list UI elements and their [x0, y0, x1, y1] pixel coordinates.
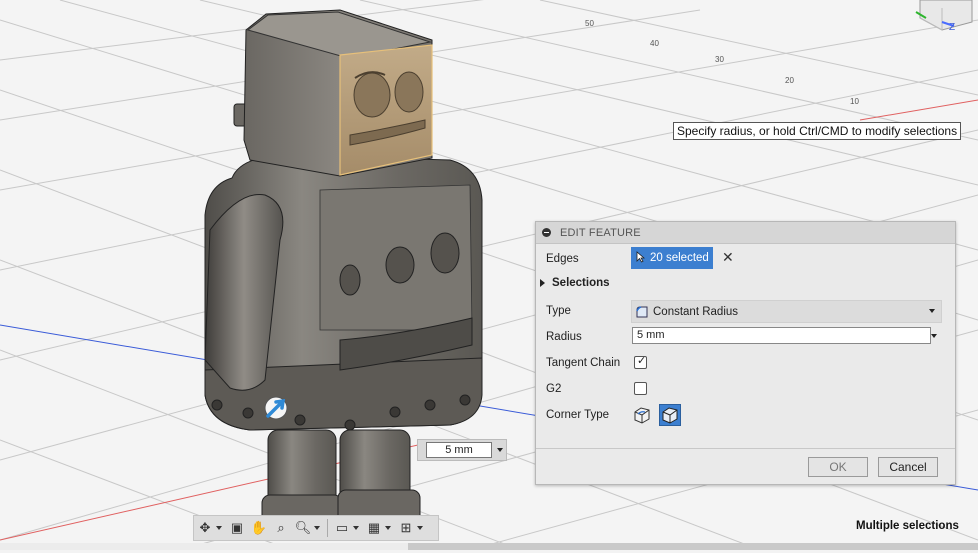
svg-text:40: 40	[650, 39, 659, 48]
radius-label: Radius	[546, 331, 582, 343]
select-cursor-icon	[636, 250, 646, 266]
cursor-arrow-icon	[264, 396, 288, 420]
corner-rolling-ball-button[interactable]	[632, 405, 652, 425]
navigation-toolbar: ✥ ▣ ✋ ⌕ 🔍︎ ▭ ▦ ⊞	[193, 515, 439, 541]
grid-dropdown-icon[interactable]	[385, 526, 391, 530]
viewcube-axis-label: Z	[949, 22, 956, 33]
chevron-down-icon	[929, 309, 935, 313]
zoom-dropdown-icon[interactable]	[314, 526, 320, 530]
horizontal-scrollbar[interactable]	[408, 543, 978, 550]
orbit-dropdown-icon[interactable]	[216, 526, 222, 530]
svg-text:20: 20	[785, 76, 794, 85]
collapse-icon[interactable]	[542, 228, 551, 237]
zoom-window-icon[interactable]: ⌕	[270, 518, 292, 538]
pan-icon[interactable]: ✋	[248, 518, 270, 538]
orbit-icon[interactable]: ✥	[194, 518, 216, 538]
radius-dropdown-icon[interactable]	[931, 334, 937, 338]
radius-input[interactable]: 5 mm	[632, 327, 931, 344]
grid-icon[interactable]: ▦	[363, 518, 385, 538]
setback-corner-icon	[662, 407, 678, 424]
radius-tooltip: Specify radius, or hold Ctrl/CMD to modi…	[673, 122, 962, 140]
edges-selection-button[interactable]: 20 selected	[631, 247, 713, 269]
edit-feature-dialog: EDIT FEATURE Edges 20 selected ✕ Selecti…	[535, 221, 956, 485]
svg-text:30: 30	[715, 55, 724, 64]
dialog-divider	[536, 448, 955, 449]
corner-setback-button[interactable]	[659, 404, 681, 426]
cancel-button[interactable]: Cancel	[878, 457, 938, 477]
edges-selected-count: 20 selected	[650, 252, 709, 264]
toolbar-divider	[327, 519, 328, 537]
display-dropdown-icon[interactable]	[353, 526, 359, 530]
checkmark-icon: ✓	[637, 355, 647, 367]
tangent-chain-checkbox[interactable]: ✓	[634, 356, 647, 369]
type-value: Constant Radius	[653, 305, 739, 318]
look-at-icon[interactable]: ▣	[226, 518, 248, 538]
floating-radius-input[interactable]: 5 mm	[426, 442, 492, 458]
tangent-chain-label: Tangent Chain	[546, 357, 621, 369]
display-settings-icon[interactable]: ▭	[331, 518, 353, 538]
viewports-dropdown-icon[interactable]	[417, 526, 423, 530]
dialog-header[interactable]: EDIT FEATURE	[536, 222, 955, 244]
viewcube[interactable]: Z	[912, 0, 978, 35]
g2-label: G2	[546, 383, 562, 395]
selections-label: Selections	[552, 277, 610, 289]
corner-type-label: Corner Type	[546, 409, 610, 421]
svg-text:50: 50	[585, 19, 594, 28]
status-text: Multiple selections	[856, 520, 959, 532]
robot-body	[204, 154, 483, 431]
floating-radius-field: 5 mm	[417, 439, 507, 461]
floating-radius-dropdown-icon[interactable]	[497, 448, 503, 452]
selections-section-toggle[interactable]: Selections	[540, 277, 610, 289]
ok-button[interactable]: OK	[808, 457, 868, 477]
viewports-icon[interactable]: ⊞	[395, 518, 417, 538]
robot-head	[233, 9, 433, 177]
clear-selection-icon[interactable]: ✕	[722, 250, 734, 264]
constant-radius-icon	[635, 305, 649, 319]
zoom-icon[interactable]: 🔍︎	[292, 518, 314, 538]
expand-triangle-icon	[540, 279, 545, 287]
edges-label: Edges	[546, 253, 579, 265]
rolling-ball-corner-icon	[634, 407, 650, 424]
g2-checkbox[interactable]	[634, 382, 647, 395]
type-dropdown[interactable]: Constant Radius	[631, 300, 942, 323]
svg-text:10: 10	[850, 97, 859, 106]
type-label: Type	[546, 305, 571, 317]
dialog-title: EDIT FEATURE	[560, 226, 641, 239]
